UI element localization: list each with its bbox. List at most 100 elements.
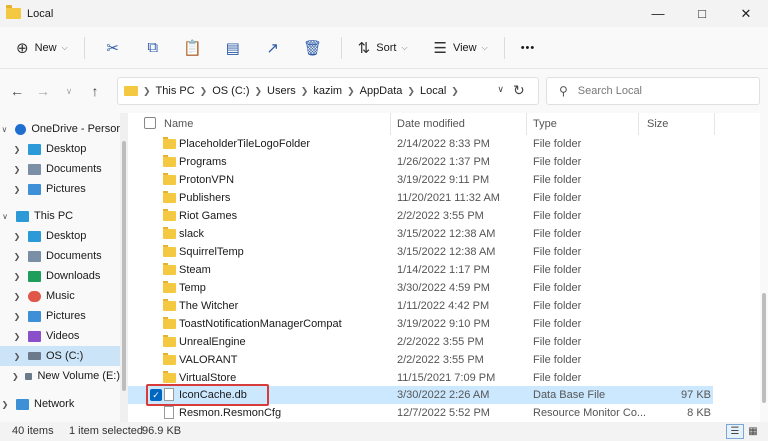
chevron-right-icon[interactable]: ❯ — [12, 332, 22, 341]
file-list-scrollbar[interactable] — [760, 113, 768, 422]
column-divider[interactable] — [638, 113, 639, 135]
table-row[interactable]: slack 3/15/2022 12:38 AM File folder — [128, 225, 713, 243]
sidebar-item-label: Documents — [46, 250, 102, 262]
window-controls: — □ ✕ — [636, 0, 768, 27]
column-divider[interactable] — [714, 113, 715, 135]
rename-button[interactable]: ▤ — [213, 33, 253, 63]
chevron-right-icon[interactable]: ❯ — [12, 372, 19, 381]
file-date: 12/7/2022 5:52 PM — [397, 407, 490, 419]
column-header-type[interactable]: Type — [533, 118, 557, 130]
address-bar[interactable]: ❯ This PC ❯ OS (C:) ❯ Users ❯ kazim ❯ Ap… — [117, 77, 539, 105]
breadcrumb-this-pc[interactable]: This PC — [156, 85, 195, 97]
chevron-down-icon[interactable]: ∨ — [0, 212, 10, 221]
folder-icon — [163, 191, 176, 203]
sidebar-item-new-volume-e[interactable]: ❯ New Volume (E:) — [0, 366, 120, 386]
close-icon[interactable]: ✕ — [724, 0, 768, 27]
folder-icon — [163, 137, 176, 149]
divider — [340, 36, 342, 59]
column-header-size[interactable]: Size — [647, 118, 668, 130]
chevron-right-icon[interactable]: ❯ — [12, 232, 22, 241]
sidebar-item-onedrive[interactable]: ∨ OneDrive - Persor — [0, 119, 121, 139]
up-arrow-icon[interactable]: ↑ — [82, 77, 108, 105]
copy-button[interactable]: ⧉ — [133, 33, 173, 63]
sidebar-item-documents[interactable]: ❯ Documents — [0, 246, 120, 266]
sidebar-item-videos[interactable]: ❯ Videos — [0, 326, 120, 346]
paste-button[interactable]: 📋 — [173, 33, 213, 63]
chevron-down-icon[interactable]: ∨ — [0, 125, 9, 134]
maximize-icon[interactable]: □ — [680, 0, 724, 27]
details-view-icon[interactable]: ☰ — [726, 424, 744, 439]
folder-icon — [163, 281, 176, 293]
breadcrumb-appdata[interactable]: AppData — [360, 85, 403, 97]
column-divider[interactable] — [390, 113, 391, 135]
sidebar-item-documents[interactable]: ❯ Documents — [0, 159, 120, 179]
chevron-right-icon[interactable]: ❯ — [12, 145, 22, 154]
minimize-icon[interactable]: — — [636, 0, 680, 27]
search-box[interactable]: ⚲ — [546, 77, 760, 105]
tiles-view-icon[interactable]: ▦ — [744, 424, 762, 439]
scrollbar-thumb[interactable] — [122, 141, 126, 391]
sidebar-item-pictures[interactable]: ❯ Pictures — [0, 179, 120, 199]
forward-arrow-icon[interactable]: → — [30, 77, 56, 105]
more-icon: ••• — [520, 41, 536, 54]
chevron-right-icon[interactable]: ❯ — [12, 272, 22, 281]
chevron-right-icon[interactable]: ❯ — [12, 185, 22, 194]
table-row[interactable]: Programs 1/26/2022 1:37 PM File folder — [128, 153, 713, 171]
table-row[interactable]: ToastNotificationManagerCompat 3/19/2022… — [128, 315, 713, 333]
sidebar-item-this-pc[interactable]: ∨ This PC — [0, 206, 120, 226]
sidebar-scrollbar[interactable] — [120, 113, 128, 422]
table-row[interactable]: PlaceholderTileLogoFolder 2/14/2022 8:33… — [128, 135, 713, 153]
table-row[interactable]: UnrealEngine 2/2/2022 3:55 PM File folde… — [128, 333, 713, 351]
file-type: Resource Monitor Co... — [533, 407, 647, 419]
new-button[interactable]: ⊕ New ⌵ — [8, 33, 76, 63]
sidebar-item-network[interactable]: ❯ Network — [0, 394, 120, 414]
column-divider[interactable] — [526, 113, 527, 135]
table-row[interactable]: SquirrelTemp 3/15/2022 12:38 AM File fol… — [128, 243, 713, 261]
sidebar-item-desktop[interactable]: ❯ Desktop — [0, 139, 120, 159]
breadcrumb-kazim[interactable]: kazim — [313, 85, 342, 97]
file-type: File folder — [533, 156, 582, 168]
sidebar-item-desktop[interactable]: ❯ Desktop — [0, 226, 120, 246]
more-button[interactable]: ••• — [513, 33, 544, 63]
sidebar-item-pictures[interactable]: ❯ Pictures — [0, 306, 120, 326]
sidebar-item-os-c[interactable]: ❯ OS (C:) — [0, 346, 120, 366]
cut-button[interactable]: ✂ — [93, 33, 133, 63]
table-row[interactable]: VALORANT 2/2/2022 3:55 PM File folder — [128, 351, 713, 369]
sidebar-item-music[interactable]: ❯ Music — [0, 286, 120, 306]
sidebar-item-downloads[interactable]: ❯ Downloads — [0, 266, 120, 286]
delete-button[interactable]: 🗑 — [293, 33, 333, 63]
breadcrumb-users[interactable]: Users — [267, 85, 296, 97]
table-row[interactable]: ProtonVPN 3/19/2022 9:11 PM File folder — [128, 171, 713, 189]
chevron-right-icon[interactable]: ❯ — [12, 165, 22, 174]
table-row[interactable]: Riot Games 2/2/2022 3:55 PM File folder — [128, 207, 713, 225]
chevron-right-icon[interactable]: ❯ — [12, 292, 22, 301]
scrollbar-thumb[interactable] — [762, 293, 766, 403]
breadcrumb-os-c[interactable]: OS (C:) — [212, 85, 249, 97]
column-header-date[interactable]: Date modified — [397, 118, 465, 130]
table-row[interactable]: Temp 3/30/2022 4:59 PM File folder — [128, 279, 713, 297]
chevron-down-icon[interactable]: ∨ — [497, 84, 504, 95]
recent-chevron-icon[interactable]: ∨ — [56, 77, 82, 105]
file-date: 3/30/2022 4:59 PM — [397, 282, 490, 294]
back-arrow-icon[interactable]: ← — [4, 77, 30, 105]
file-name: Resmon.ResmonCfg — [179, 407, 282, 419]
table-row[interactable]: Steam 1/14/2022 1:17 PM File folder — [128, 261, 713, 279]
breadcrumb-local[interactable]: Local — [420, 85, 446, 97]
chevron-right-icon[interactable]: ❯ — [0, 400, 10, 409]
sort-button[interactable]: ⇅ Sort ⌵ — [350, 33, 416, 63]
select-all-checkbox[interactable] — [144, 117, 156, 129]
file-name: ToastNotificationManagerCompat — [179, 318, 342, 330]
search-input[interactable] — [577, 85, 748, 97]
table-row[interactable]: Resmon.ResmonCfg 12/7/2022 5:52 PM Resou… — [128, 404, 713, 422]
drive-icon — [28, 352, 41, 360]
table-row[interactable]: The Witcher 1/11/2022 4:42 PM File folde… — [128, 297, 713, 315]
view-button[interactable]: ☰ View ⌵ — [426, 33, 496, 63]
chevron-right-icon[interactable]: ❯ — [12, 252, 22, 261]
refresh-icon[interactable]: ↻ — [513, 82, 525, 99]
table-row[interactable]: Publishers 11/20/2021 11:32 AM File fold… — [128, 189, 713, 207]
sidebar-item-label: Network — [34, 398, 75, 410]
share-button[interactable]: ↗ — [253, 33, 293, 63]
chevron-right-icon[interactable]: ❯ — [12, 352, 22, 361]
column-header-name[interactable]: Name — [164, 118, 193, 130]
chevron-right-icon[interactable]: ❯ — [12, 312, 22, 321]
